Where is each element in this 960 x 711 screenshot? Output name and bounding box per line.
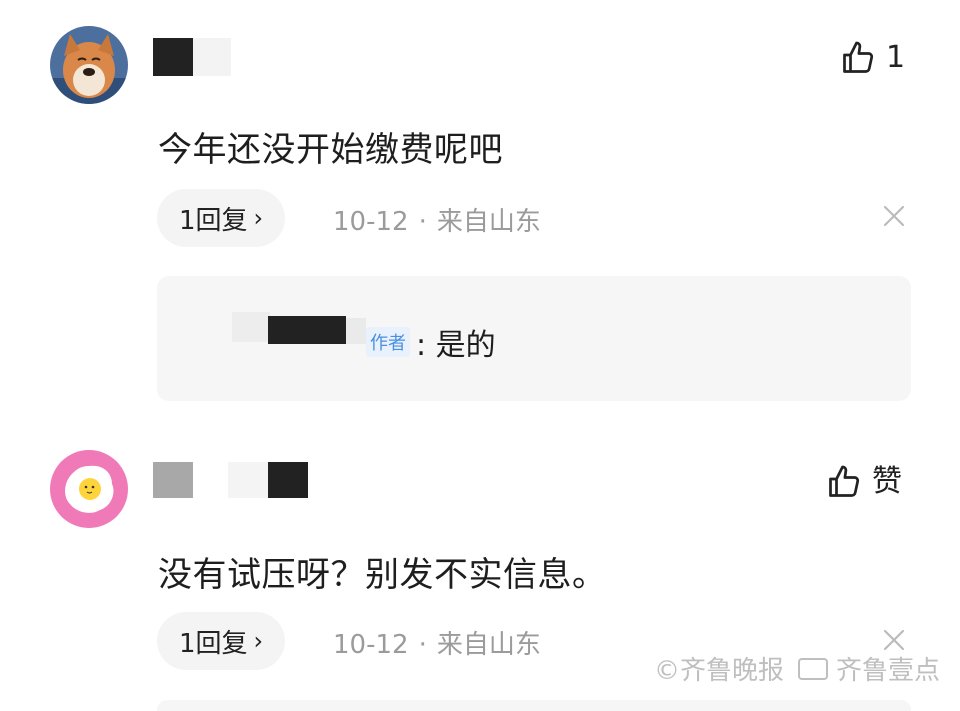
sub-reply-username-redacted[interactable] [268, 316, 346, 344]
like-label: 赞 [872, 464, 902, 499]
comment-text: 今年还没开始缴费呢吧 [158, 130, 503, 170]
meta-separator: · [418, 630, 427, 660]
next-sub-reply-box [157, 700, 911, 711]
reply-count-label: 1回复 [179, 205, 248, 236]
thumbs-up-icon [843, 41, 874, 73]
watermark: ©齐鲁晚报 齐鲁壹点 [654, 650, 940, 687]
reply-count-label: 1回复 [179, 628, 248, 659]
chevron-right-icon: › [253, 204, 264, 232]
comment-meta: 10-12 · 来自山东 [333, 624, 541, 661]
comment-location: 来自山东 [436, 630, 541, 660]
comment-text: 没有试压呀？别发不实信息。 [158, 555, 607, 595]
reply-count-button[interactable]: 1回复 › [157, 612, 286, 670]
avatar-user-1[interactable] [50, 26, 128, 104]
sub-reply-username-fade [232, 312, 270, 342]
username-redacted[interactable] [153, 38, 193, 76]
like-count: 1 [886, 40, 906, 75]
username-redacted-2[interactable] [268, 462, 308, 498]
reply-count-button[interactable]: 1回复 › [157, 189, 286, 247]
meta-separator: · [418, 207, 427, 237]
sub-reply-text: : 是的 [416, 328, 496, 363]
comment-date: 10-12 [333, 630, 409, 660]
author-tag: 作者 [366, 327, 410, 357]
chevron-right-icon: › [253, 627, 264, 655]
close-icon[interactable] [882, 628, 906, 652]
comment-location: 来自山东 [436, 207, 541, 237]
like-button-2[interactable]: 赞 [826, 464, 902, 500]
watermark-right: 齐鲁壹点 [836, 656, 941, 686]
close-icon[interactable] [882, 204, 906, 228]
sub-reply-username-fade-2 [346, 318, 366, 344]
watermark-left: ©齐鲁晚报 [654, 656, 785, 686]
username-redacted-fade [193, 38, 231, 76]
like-button-1[interactable]: 1 [840, 40, 905, 76]
thumbs-up-icon [829, 465, 860, 497]
comment-date: 10-12 [333, 207, 409, 237]
comment-meta: 10-12 · 来自山东 [333, 201, 541, 238]
username-redacted[interactable] [153, 462, 193, 498]
camera-icon [798, 657, 829, 680]
username-redacted-fade [228, 462, 268, 498]
avatar-user-2[interactable] [50, 450, 128, 528]
